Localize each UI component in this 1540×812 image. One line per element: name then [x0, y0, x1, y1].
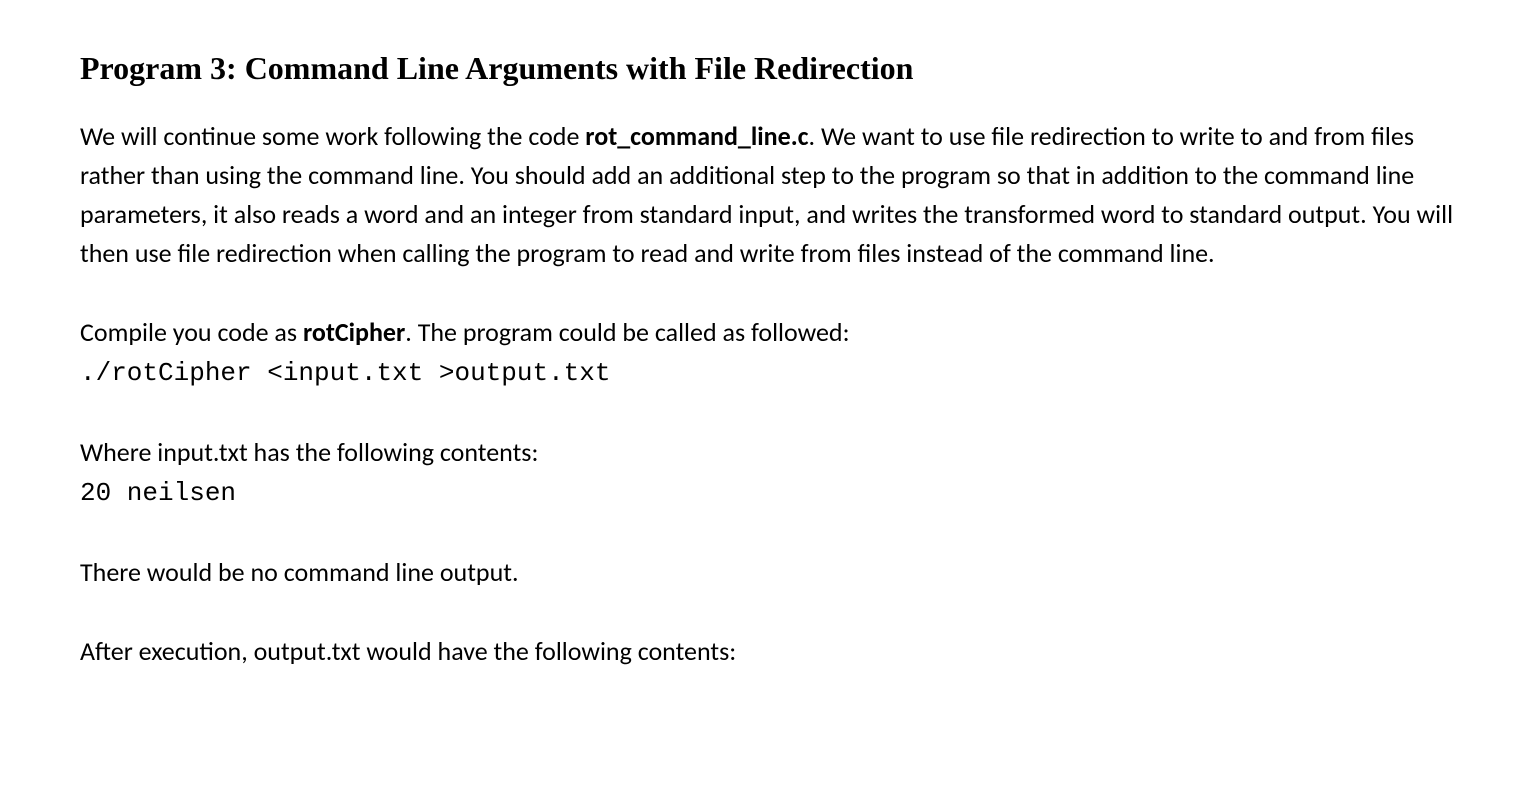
text-segment: Where input.txt has the following conten… [80, 436, 538, 468]
paragraph-intro: We will continue some work following the… [80, 117, 1460, 273]
text-segment: Compile you code as [80, 316, 303, 348]
bold-filename: rot_command_line.c [585, 120, 808, 152]
paragraph-input-desc: Where input.txt has the following conten… [80, 433, 1460, 513]
paragraph-output-desc: After execution, output.txt would have t… [80, 632, 1460, 671]
text-segment: . The program could be called as followe… [405, 316, 849, 348]
text-segment: We will continue some work following the… [80, 120, 585, 152]
paragraph-compile: Compile you code as rotCipher. The progr… [80, 313, 1460, 393]
document-heading: Program 3: Command Line Arguments with F… [80, 50, 1460, 87]
paragraph-no-output: There would be no command line output. [80, 553, 1460, 592]
code-input-contents: 20 neilsen [80, 478, 236, 508]
bold-program-name: rotCipher [303, 316, 405, 348]
code-command: ./rotCipher <input.txt >output.txt [80, 358, 611, 388]
